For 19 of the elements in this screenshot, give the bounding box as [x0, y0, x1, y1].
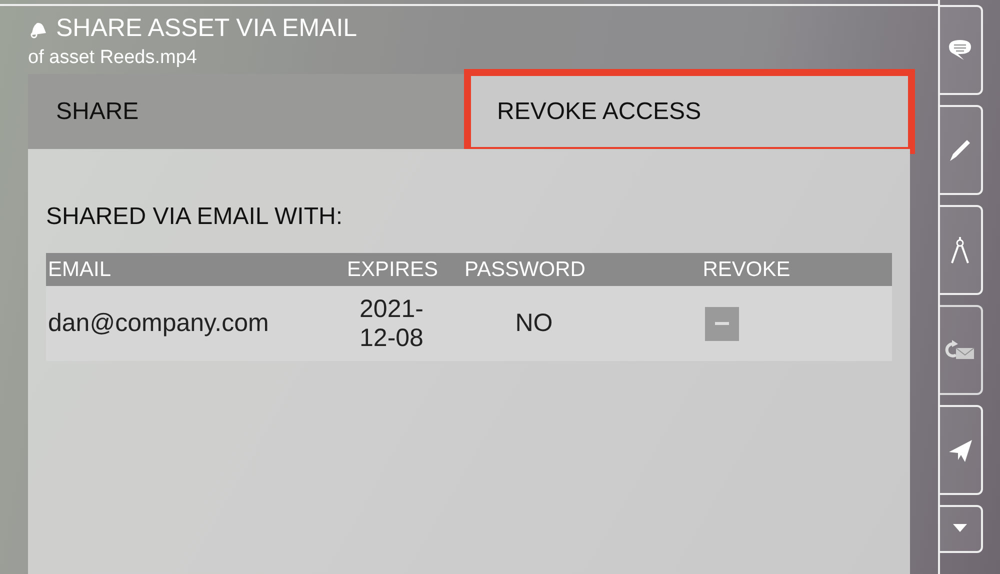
tab[interactable]: REVOKE ACCESS — [469, 74, 910, 149]
resend-mail-button[interactable] — [938, 305, 983, 395]
comment-button[interactable] — [938, 5, 983, 95]
revoke-button[interactable] — [704, 306, 738, 340]
column-header: PASSWORD — [464, 258, 586, 282]
dialog-subtitle: of asset Reeds.mp4 — [28, 47, 198, 69]
table-cell-text: NO — [514, 309, 554, 338]
compass-button[interactable] — [938, 205, 983, 295]
caret-icon — [952, 524, 966, 534]
table-cell-text: 2021-12-08 — [358, 294, 424, 352]
dialog-title: SHARE ASSET VIA EMAIL — [56, 14, 358, 43]
table-cell-text: dan@company.com — [47, 309, 270, 338]
column-header: EXPIRES — [346, 258, 440, 282]
pencil-button[interactable] — [938, 105, 983, 195]
send-button[interactable] — [938, 405, 983, 495]
section-title: SHARED VIA EMAIL WITH: — [46, 203, 344, 231]
dropdown-button[interactable] — [938, 505, 983, 553]
column-header: EMAIL — [47, 258, 112, 282]
column-header: REVOKE — [702, 258, 792, 282]
